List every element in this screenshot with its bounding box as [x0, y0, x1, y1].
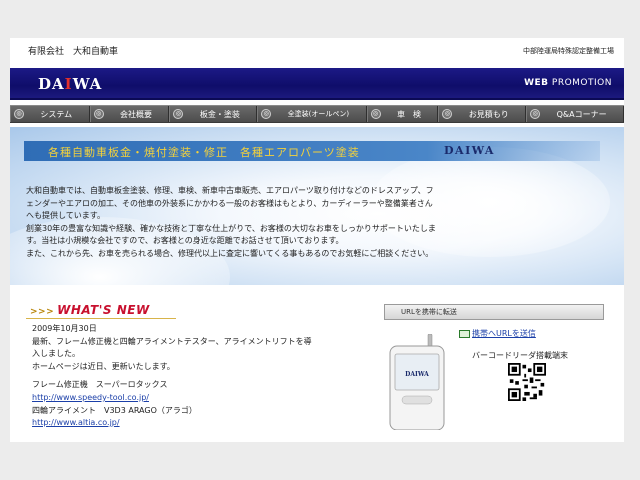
nav-item-inspection[interactable]: ◎ 車 検: [366, 106, 439, 122]
circle-icon: ◎: [93, 109, 104, 119]
nav-label: Q&Aコーナー: [556, 109, 607, 119]
news-date: 2009年10月30日: [32, 324, 97, 333]
phone-brand: DAIWA: [405, 371, 429, 378]
logo-right: WA: [72, 75, 103, 93]
nav-label: 全塗装(オールペン): [287, 110, 350, 118]
company-name: 有限会社 大和自動車: [28, 47, 119, 57]
circle-icon: ◎: [442, 109, 453, 119]
promotion-label: PROMOTION: [551, 78, 612, 88]
certification-text: 中部陸運局特殊認定整備工場: [523, 47, 614, 55]
banner-logo: DAIWA: [444, 144, 495, 157]
logo-left: DA: [38, 75, 65, 93]
hero-section: 各種自動車板金・焼付塗装・修正 各種エアロパーツ塗装 DAIWA 大和自動車では…: [10, 127, 624, 285]
altia-link[interactable]: http://www.altia.co.jp/: [32, 418, 120, 427]
news-line: 最新、フレーム修正機と四輪アライメントテスター、アライメントリフトを導: [32, 336, 312, 346]
circle-icon: ◎: [370, 109, 381, 119]
daiwa-logo[interactable]: DAIWA: [38, 75, 102, 93]
brand-bar: DAIWA WEB PROMOTION: [10, 68, 624, 100]
nav-label: 会社概要: [120, 109, 152, 119]
nav-label: お見積もり: [468, 109, 509, 119]
nav-item-allpaint[interactable]: ◎ 全塗装(オールペン): [257, 106, 367, 122]
circle-icon: ◎: [173, 109, 184, 119]
intro-line: す。当社は小規模な会社ですので、お客様との身近な距離でお話させて頂いております。: [26, 236, 344, 246]
intro-line: 創業30年の豊富な知識や経験、確かな技術と丁寧な仕上がりで、お客様の大切なお車を…: [26, 223, 436, 233]
circle-icon: ◎: [530, 109, 541, 119]
web-promotion: WEB PROMOTION: [524, 78, 612, 88]
mobile-phone-icon: DAIWA: [389, 334, 445, 430]
heading-underline: [26, 318, 176, 319]
circle-icon: ◎: [14, 109, 24, 119]
news-item-label: フレーム修正機 スーパーロタックス: [32, 380, 168, 390]
nav-label: 車 検: [396, 109, 421, 119]
speedy-tool-link[interactable]: http://www.speedy-tool.co.jp/: [32, 393, 149, 402]
news-line: ホームページは近日、更新いたします。: [32, 361, 175, 371]
nav-item-company[interactable]: ◎ 会社概要: [89, 106, 170, 122]
intro-line: また、これから先、お車を売られる場合、修理代以上に査定に響いてくる事もあるのでお…: [26, 248, 434, 258]
barcode-label: バーコードリーダ搭載端末: [472, 351, 568, 360]
nav-item-faq[interactable]: ◎ Q&Aコーナー: [526, 106, 625, 122]
top-header: 有限会社 大和自動車 中部陸運局特殊認定整備工場: [10, 38, 624, 68]
qr-code-icon: [508, 363, 546, 401]
whats-new-title: WHAT'S NEW: [57, 303, 150, 317]
nav-item-bodywork[interactable]: ◎ 板金・塗装: [169, 106, 258, 122]
news-line: 入しました。: [32, 349, 80, 359]
url-transfer-button[interactable]: URLを携帯に転送: [384, 304, 604, 320]
hero-banner: 各種自動車板金・焼付塗装・修正 各種エアロパーツ塗装 DAIWA: [24, 141, 600, 161]
main-nav: ◎ システム ◎ 会社概要 ◎ 板金・塗装 ◎ 全塗装(オールペン) ◎ 車 検…: [10, 105, 625, 123]
intro-text: 大和自動車では、自動車板金塗装、修理、車検、新車中古車販売、エアロパーツ取り付け…: [26, 185, 546, 261]
send-url-label: 携帯へURLを送信: [472, 329, 536, 338]
nav-label: 板金・塗装: [199, 109, 240, 119]
send-url-link[interactable]: 携帯へURLを送信: [458, 328, 536, 339]
arrow-icon: >>>: [30, 307, 55, 317]
news-block: 2009年10月30日 最新、フレーム修正機と四輪アライメントテスター、アライメ…: [32, 323, 372, 430]
nav-item-estimate[interactable]: ◎ お見積もり: [438, 106, 527, 122]
web-label: WEB: [524, 78, 549, 88]
intro-line: ェンダーやエアロの加工、その他車の外装系にかかわる一般のお客様はもとより、カーデ…: [26, 198, 433, 208]
logo-x: I: [64, 75, 73, 93]
intro-line: 大和自動車では、自動車板金塗装、修理、車検、新車中古車販売、エアロパーツ取り付け…: [26, 186, 434, 195]
circle-icon: ◎: [261, 109, 272, 119]
news-item-label: 四輪アライメント V3D3 ARAGO（アラゴ）: [32, 405, 197, 415]
intro-line: へも提供しています。: [26, 211, 105, 221]
nav-item-system[interactable]: ◎ システム: [10, 106, 90, 122]
whats-new-heading: >>> WHAT'S NEW: [30, 303, 150, 317]
nav-label: システム: [40, 109, 73, 119]
banner-text: 各種自動車板金・焼付塗装・修正 各種エアロパーツ塗装: [48, 146, 360, 159]
